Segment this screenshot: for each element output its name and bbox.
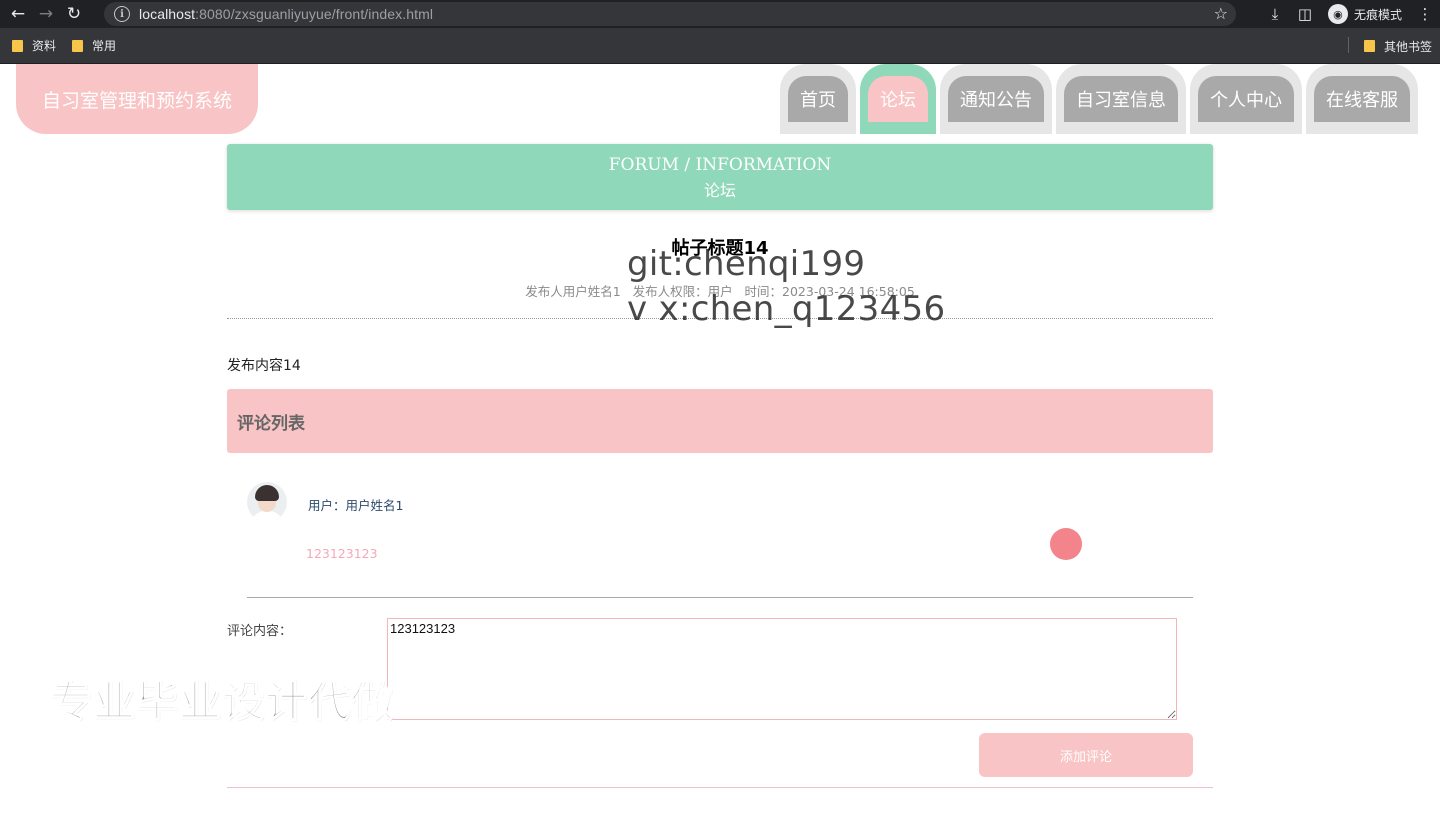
menu-kebab-icon[interactable]: ⋮: [1410, 0, 1440, 28]
site-logo[interactable]: 自习室管理和预约系统: [16, 64, 258, 134]
watermark-vx: v x:chen_q123456: [627, 289, 946, 329]
divider: [247, 597, 1193, 598]
folder-icon: [1364, 40, 1375, 52]
comment-form-label: 评论内容：: [227, 624, 293, 639]
nav-online-service[interactable]: 在线客服: [1306, 64, 1418, 134]
comment-text: 123123123: [306, 546, 378, 561]
back-icon[interactable]: ←: [4, 0, 32, 28]
bookmarks-separator: [1348, 37, 1349, 53]
nav-forum[interactable]: 论坛: [860, 64, 936, 134]
bookmarks-bar: 资料 常用 其他书签: [0, 28, 1440, 64]
divider: [227, 787, 1213, 788]
folder-icon: [72, 39, 84, 52]
incognito-badge[interactable]: ◉ 无痕模式: [1320, 2, 1410, 26]
comment-textarea[interactable]: 123123123: [387, 618, 1177, 720]
bookmark-folder-other[interactable]: 其他书签: [1356, 34, 1440, 58]
forward-icon[interactable]: →: [32, 0, 60, 28]
nav-personal-center[interactable]: 个人中心: [1190, 64, 1302, 134]
address-bar[interactable]: i localhost:8080/zxsguanliyuyue/front/in…: [104, 2, 1236, 26]
page-viewport: 自习室管理和预约系统 首页 论坛 通知公告 自习室信息 个人中心 在线客服 FO…: [0, 64, 1440, 816]
bookmark-star-icon[interactable]: ☆: [1214, 4, 1228, 23]
watermark-git: git:chenqi199: [627, 244, 866, 284]
banner-title-en: FORUM / INFORMATION: [608, 155, 832, 175]
browser-toolbar: ← → ↻ i localhost:8080/zxsguanliyuyue/fr…: [0, 0, 1440, 28]
comment-user: 用户：用户姓名1: [308, 498, 404, 513]
download-icon[interactable]: ⤓: [1260, 0, 1290, 28]
reload-icon[interactable]: ↻: [60, 0, 88, 28]
add-comment-button[interactable]: 添加评论: [979, 733, 1193, 777]
url-text: localhost:8080/zxsguanliyuyue/front/inde…: [139, 6, 434, 22]
side-panel-icon[interactable]: ◫: [1290, 0, 1320, 28]
main-nav: 首页 论坛 通知公告 自习室信息 个人中心 在线客服: [780, 64, 1418, 134]
bookmark-folder-changyong[interactable]: 常用: [64, 34, 124, 58]
nav-notices[interactable]: 通知公告: [940, 64, 1052, 134]
nav-study-rooms[interactable]: 自习室信息: [1056, 64, 1186, 134]
post-content: 发布内容14: [227, 358, 301, 374]
incognito-label: 无痕模式: [1353, 7, 1402, 22]
banner-title-zh: 论坛: [703, 181, 736, 200]
comment-list-header: 评论列表: [227, 389, 1213, 453]
watermark-ad: 专业毕业设计代做: [49, 676, 395, 727]
site-info-icon[interactable]: i: [114, 6, 130, 22]
folder-icon: [12, 39, 23, 52]
section-banner: FORUM / INFORMATION 论坛: [227, 144, 1213, 210]
nav-home[interactable]: 首页: [780, 64, 856, 134]
bookmark-folder-ziliao[interactable]: 资料: [4, 34, 64, 58]
incognito-icon: ◉: [1327, 4, 1348, 24]
avatar: [247, 482, 287, 522]
